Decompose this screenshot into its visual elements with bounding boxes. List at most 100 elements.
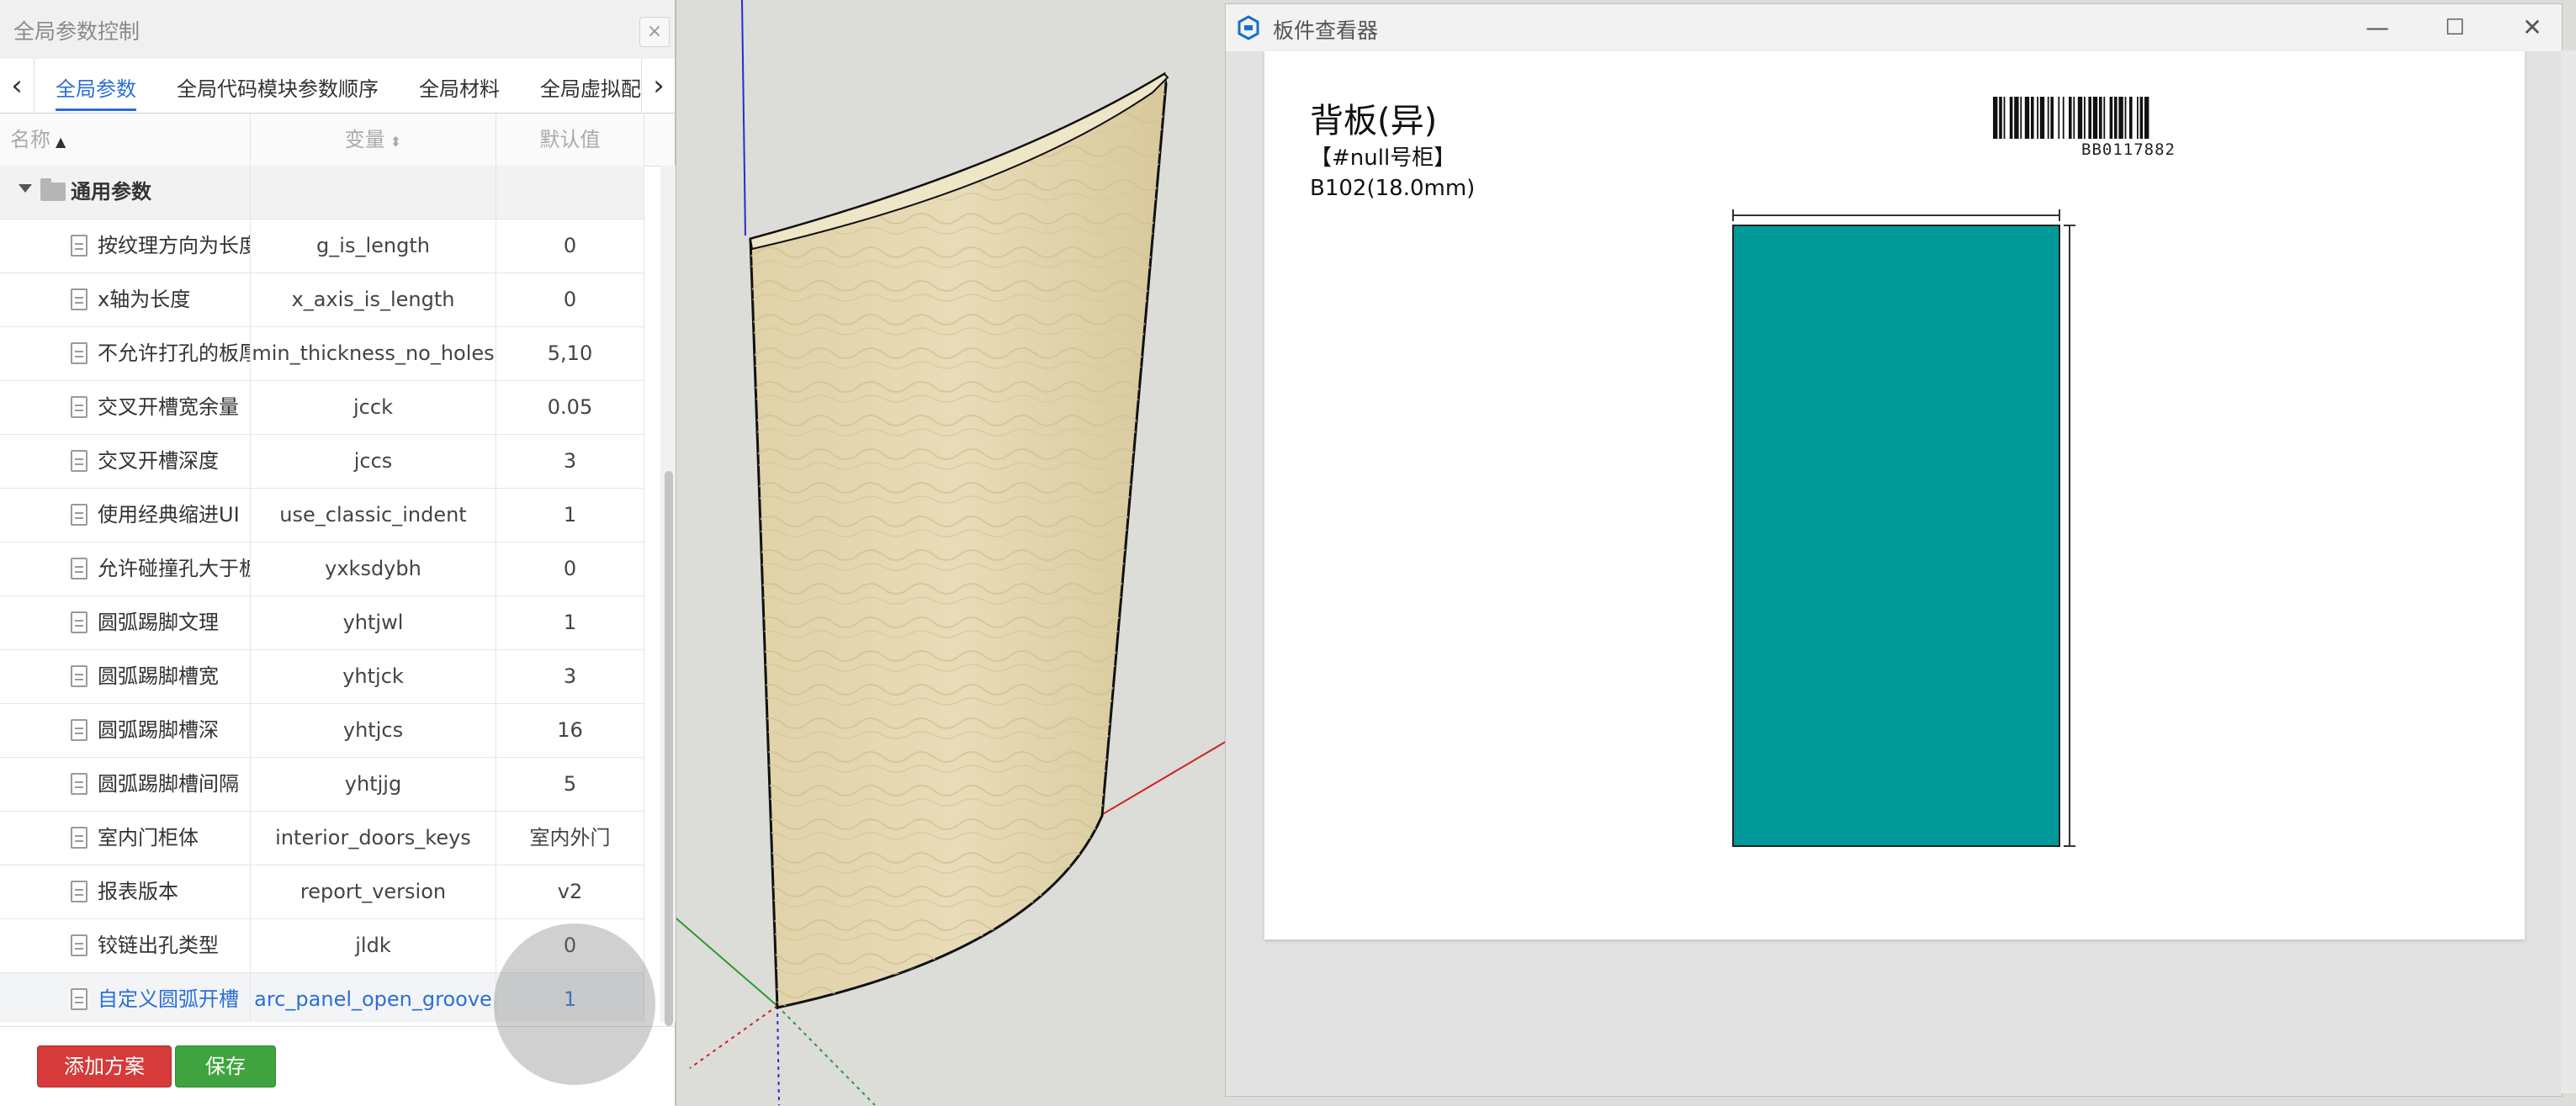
maximize-icon[interactable]: ☐ [2436, 11, 2474, 45]
cell-name[interactable]: 允许碰撞孔大于板 [0, 542, 251, 595]
viewer-titlebar[interactable]: 板件查看器 — ☐ ✕ [1226, 4, 2562, 51]
table-row[interactable]: 使用经典缩进UI use_classic_indent 1 [0, 489, 644, 542]
cell-default[interactable]: 0 [496, 220, 644, 273]
cursor-highlight [494, 923, 655, 1085]
cell-default[interactable]: 3 [496, 650, 644, 703]
param-name: 自定义圆弧开槽 [98, 987, 239, 1011]
column-header-name[interactable]: 名称 ▲ [0, 114, 251, 166]
cell-variable[interactable]: use_classic_indent [251, 489, 496, 542]
panel-label-sheet: 背板(异) 【#null号柜】 B102(18.0mm) BB0117882 [1264, 51, 2525, 939]
cell-variable[interactable]: jccs [251, 435, 496, 488]
table-row[interactable]: 按纹理方向为长度 g_is_length 0 [0, 220, 644, 273]
panel-name: 背板(异) [1310, 102, 1438, 140]
cell-variable[interactable]: yxksdybh [251, 542, 496, 595]
cell-default[interactable]: 1 [496, 596, 644, 649]
tab-global-module-order[interactable]: 全局代码模块参数顺序 [177, 67, 379, 111]
cell-name[interactable]: 自定义圆弧开槽 [0, 973, 251, 1022]
cell-default[interactable]: 0.05 [496, 381, 644, 434]
cell-variable[interactable]: yhtjcs [251, 704, 496, 757]
barcode-bar [2139, 97, 2144, 139]
cell-variable[interactable]: report_version [251, 865, 496, 918]
barcode-bar [2003, 97, 2006, 139]
cell-variable[interactable]: jldk [251, 919, 496, 972]
dimension-tick [2064, 845, 2075, 847]
table-row[interactable]: 交叉开槽宽余量 jcck 0.05 [0, 381, 644, 435]
cell-name[interactable]: 圆弧踢脚槽间隔 [0, 758, 251, 811]
add-scheme-button[interactable]: 添加方案 [37, 1045, 172, 1087]
cell-default[interactable]: 室内外门 [496, 812, 644, 865]
cell-variable[interactable]: interior_doors_keys [251, 812, 496, 865]
table-row[interactable]: 允许碰撞孔大于板 yxksdybh 0 [0, 542, 644, 596]
table-row[interactable]: 圆弧踢脚槽间隔 yhtjjg 5 [0, 758, 644, 812]
table-row[interactable]: x轴为长度 x_axis_is_length 0 [0, 273, 644, 327]
collapse-icon[interactable] [19, 184, 32, 193]
cell-variable[interactable]: yhtjjg [251, 758, 496, 811]
barcode-bar [2031, 97, 2034, 139]
table-row[interactable]: 交叉开槽深度 jccs 3 [0, 435, 644, 489]
barcode-bar [2099, 97, 2102, 139]
cell-default[interactable]: 5 [496, 758, 644, 811]
close-icon[interactable]: ✕ [2513, 11, 2552, 45]
table-row[interactable]: 圆弧踢脚槽深 yhtjcs 16 [0, 704, 644, 758]
table-row[interactable]: 圆弧踢脚文理 yhtjwl 1 [0, 596, 644, 650]
cell-name[interactable]: 室内门柜体 [0, 812, 251, 865]
cell-name[interactable]: 按纹理方向为长度 [0, 220, 251, 273]
save-button[interactable]: 保存 [175, 1045, 276, 1087]
document-icon [71, 881, 87, 902]
cell-variable[interactable]: yhtjwl [251, 596, 496, 649]
cell-default[interactable]: 16 [496, 704, 644, 757]
barcode-bar [2129, 97, 2133, 139]
cell-name[interactable]: 圆弧踢脚槽深 [0, 704, 251, 757]
cell-name[interactable]: 圆弧踢脚文理 [0, 596, 251, 649]
param-name: 按纹理方向为长度 [98, 234, 251, 257]
panel-title: 全局参数控制 [13, 19, 140, 44]
cell-default[interactable]: 5,10 [496, 327, 644, 380]
column-header-variable[interactable]: 变量 ⬍ [251, 114, 496, 166]
table-row[interactable]: 报表版本 report_version v2 [0, 865, 644, 919]
cell-name[interactable]: 交叉开槽宽余量 [0, 381, 251, 434]
param-name: 圆弧踢脚槽深 [98, 718, 219, 742]
document-icon [71, 396, 87, 418]
minimize-icon[interactable]: — [2358, 11, 2397, 45]
cell-variable[interactable]: jcck [251, 381, 496, 434]
cell-default[interactable]: v2 [496, 865, 644, 918]
tab-global-materials[interactable]: 全局材料 [419, 67, 500, 111]
cell-default[interactable]: 0 [496, 273, 644, 326]
cell-default[interactable]: 0 [496, 542, 644, 595]
cell-default[interactable]: 3 [496, 435, 644, 488]
table-row[interactable]: 不允许打孔的板厚 min_thickness_no_holes 5,10 [0, 327, 644, 381]
cell-variable[interactable]: arc_panel_open_groove [251, 973, 496, 1022]
table-row[interactable]: 室内门柜体 interior_doors_keys 室内外门 [0, 812, 644, 865]
table-row[interactable]: 圆弧踢脚槽宽 yhtjck 3 [0, 650, 644, 704]
viewer-title: 板件查看器 [1273, 19, 1379, 43]
cell-default[interactable]: 1 [496, 489, 644, 542]
chevron-right-icon[interactable]: › [641, 59, 675, 113]
cell-name[interactable]: 铰链出孔类型 [0, 919, 251, 972]
cell-name[interactable]: 使用经典缩进UI [0, 489, 251, 542]
cell-variable[interactable]: min_thickness_no_holes [251, 327, 496, 380]
tab-global-params[interactable]: 全局参数 [56, 67, 136, 111]
cell-variable[interactable]: x_axis_is_length [251, 273, 496, 326]
panel-shape[interactable] [1732, 225, 2060, 847]
column-header-default[interactable]: 默认值 [496, 114, 644, 166]
sort-icon: ⬍ [390, 134, 402, 150]
cell-name[interactable]: 圆弧踢脚槽宽 [0, 650, 251, 703]
barcode-bar [2050, 97, 2054, 139]
cell-name[interactable]: 交叉开槽深度 [0, 435, 251, 488]
cell-name[interactable]: x轴为长度 [0, 273, 251, 326]
folder-icon [40, 178, 66, 201]
document-icon [71, 988, 87, 1010]
close-icon[interactable]: × [639, 17, 670, 47]
barcode-icon [1993, 97, 2149, 139]
cell-name[interactable]: 报表版本 [0, 865, 251, 918]
cell-variable[interactable]: g_is_length [251, 220, 496, 273]
barcode-bar [1999, 97, 2002, 139]
dimension-tick [2059, 209, 2060, 221]
chevron-left-icon[interactable]: ‹ [0, 59, 34, 113]
param-name: 允许碰撞孔大于板 [98, 557, 251, 580]
group-row-general[interactable]: 通用参数 [0, 166, 644, 220]
panel-titlebar[interactable]: 全局参数控制 × [0, 0, 675, 60]
cell-variable[interactable]: yhtjck [251, 650, 496, 703]
cell-name[interactable]: 不允许打孔的板厚 [0, 327, 251, 380]
scrollbar-thumb[interactable] [665, 471, 673, 1026]
